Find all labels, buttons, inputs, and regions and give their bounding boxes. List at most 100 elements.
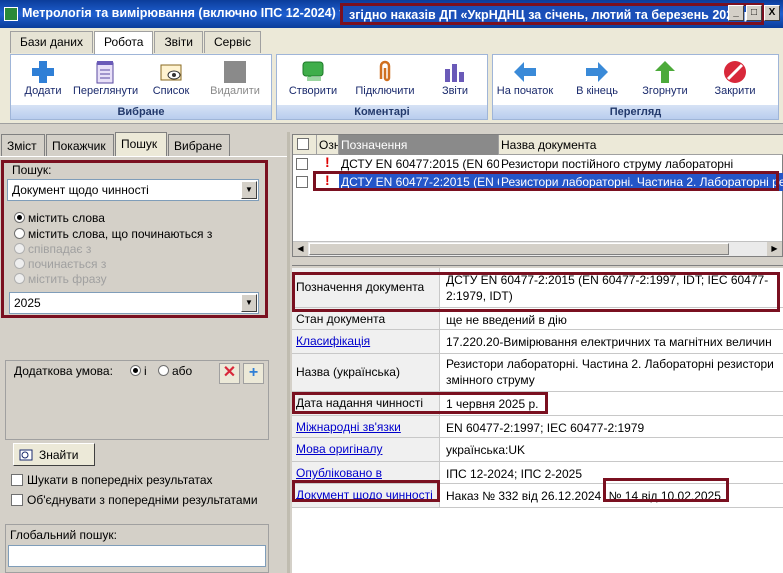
attach-comment-button[interactable]: Підключити [353, 59, 417, 105]
option-words-starting[interactable]: містить слова, що починаються з [14, 227, 212, 241]
group-label-view: Перегляд [493, 105, 778, 119]
column-name[interactable]: Назва документа [499, 135, 783, 155]
logic-and-radio[interactable]: і [130, 364, 147, 378]
find-button[interactable]: Знайти [13, 443, 95, 466]
app-icon [4, 7, 18, 21]
prop-row-international: Міжнародні зв'язки EN 60477-2:1997; IEC … [292, 416, 783, 438]
logic-or-radio[interactable]: або [158, 364, 192, 378]
collapse-button[interactable]: Згорнути [633, 59, 697, 105]
table-row-selected[interactable]: ! ДСТУ EN 60477-2:2015 (EN 60477-2:1997,… [293, 172, 783, 191]
search-previous-checkbox[interactable]: Шукати в попередніх результатах [11, 473, 213, 487]
bar-chart-icon [445, 64, 464, 82]
value-combo[interactable]: 2025 ▼ [9, 292, 259, 314]
tab-service[interactable]: Сервіс [203, 31, 261, 53]
left-panel-tabs: Зміст Покажчик Пошук Вибране [0, 132, 290, 157]
column-sign[interactable]: Ознака [317, 135, 339, 155]
create-comment-button[interactable]: Створити [281, 59, 345, 105]
prop-row-classification: Класифікація 17.220.20-Вимірювання елект… [292, 330, 783, 354]
tab-reports[interactable]: Звіти [154, 31, 203, 53]
option-matches[interactable]: співпадає з [14, 242, 91, 256]
delete-favorite-button[interactable]: Видалити [203, 59, 267, 105]
ribbon: Бази даних Робота Звіти Сервіс Додати Пе… [0, 28, 783, 124]
tab-work[interactable]: Робота [93, 31, 154, 55]
maximize-button[interactable]: □ [746, 5, 762, 21]
table-row[interactable]: ! ДСТУ EN 60477:2015 (EN 60477:1997, IDT… [293, 154, 783, 173]
option-starts-with[interactable]: починається з [14, 257, 106, 271]
search-field-combo[interactable]: Документ щодо чинності ▼ [7, 179, 259, 201]
close-window-button[interactable]: X [764, 5, 780, 21]
notepad-icon [96, 61, 114, 84]
go-end-button[interactable]: В кінець [565, 59, 629, 105]
add-button[interactable]: Додати [11, 59, 75, 105]
group-view: На початок В кінець Згорнути Закрити Пер… [492, 54, 779, 120]
column-code[interactable]: Позначення [339, 135, 499, 155]
classification-link[interactable]: Класифікація [296, 334, 370, 348]
binoculars-icon [19, 449, 33, 461]
prop-row-effective-date: Дата надання чинності 1 червня 2025 р. [292, 392, 783, 416]
scroll-left-icon[interactable]: ◀ [293, 242, 308, 256]
title-bar: Метрологія та вимірювання (включно ІПС 1… [0, 0, 783, 28]
go-start-button[interactable]: На початок [493, 59, 557, 105]
grid-header: Ознака Позначення Назва документа [293, 135, 783, 155]
original-language-link[interactable]: Мова оригіналу [296, 442, 382, 456]
scroll-right-icon[interactable]: ▶ [767, 242, 782, 256]
delete-icon [224, 61, 246, 83]
remove-condition-button[interactable]: ✕ [219, 363, 240, 384]
arrow-up-icon [655, 61, 675, 83]
prop-row-status: Стан документа ще не введений в дію [292, 308, 783, 330]
published-in-link[interactable]: Опубліковано в [296, 466, 382, 480]
arrow-left-icon [514, 62, 536, 82]
search-label: Пошук: [12, 163, 52, 177]
global-search-input[interactable] [8, 545, 266, 567]
exclamation-icon: ! [325, 172, 330, 188]
row-checkbox[interactable] [296, 176, 308, 188]
cross-icon: ✕ [222, 364, 237, 381]
chevron-down-icon[interactable]: ▼ [241, 181, 257, 199]
tab-favorites[interactable]: Вибране [168, 134, 230, 156]
window-title-highlight: згідно наказів ДП «УкрНДНЦ за січень, лю… [340, 3, 764, 25]
list-button[interactable]: Список [139, 59, 203, 105]
plus-icon [32, 61, 54, 83]
header-select-all[interactable] [293, 135, 317, 155]
chevron-down-icon[interactable]: ▼ [241, 294, 257, 312]
international-links-link[interactable]: Міжнародні зв'язки [296, 420, 401, 434]
tab-contents[interactable]: Зміст [1, 134, 45, 156]
prop-row-language: Мова оригіналу українська:UK [292, 438, 783, 462]
prop-row-title-uk: Назва (українська) Резистори лабораторні… [292, 354, 783, 392]
add-condition-button[interactable]: + [243, 363, 264, 384]
tab-search[interactable]: Пошук [115, 132, 167, 157]
group-label-favorites: Вибране [11, 105, 271, 119]
option-contains-phrase[interactable]: містить фразу [14, 272, 107, 286]
tab-databases[interactable]: Бази даних [10, 31, 93, 53]
merge-previous-checkbox[interactable]: Об'єднувати з попередніми результатами [11, 493, 258, 507]
global-search-label: Глобальний пошук: [10, 528, 117, 542]
prop-row-published: Опубліковано в ІПС 12-2024; ІПС 2-2025 [292, 462, 783, 484]
tab-index[interactable]: Покажчик [46, 134, 114, 156]
row-checkbox[interactable] [296, 158, 308, 170]
close-doc-button[interactable]: Закрити [703, 59, 767, 105]
results-grid: Ознака Позначення Назва документа ! ДСТУ… [292, 134, 783, 257]
plus-icon: + [248, 364, 259, 381]
group-comments: Створити Підключити Звіти Коментарі [276, 54, 488, 120]
window-controls: _ □ X [728, 5, 780, 21]
group-label-comments: Коментарі [277, 105, 487, 119]
arrow-right-icon [586, 62, 608, 82]
panel-splitter[interactable] [287, 132, 290, 573]
document-properties: Позначення документа ДСТУ EN 60477-2:201… [292, 268, 783, 573]
extra-condition-label: Додаткова умова: [14, 364, 113, 378]
horizontal-scrollbar[interactable]: ◀ ▶ [293, 241, 782, 256]
no-entry-icon [724, 61, 746, 83]
prop-row-designation: Позначення документа ДСТУ EN 60477-2:201… [292, 268, 783, 308]
group-favorites: Додати Переглянути Список Видалити Вибра… [10, 54, 272, 120]
view-button[interactable]: Переглянути [73, 59, 138, 105]
comment-icon [302, 61, 324, 81]
validity-document-link[interactable]: Документ щодо чинності [296, 488, 433, 502]
list-eye-icon [160, 64, 182, 81]
horizontal-splitter[interactable] [292, 259, 783, 266]
minimize-button[interactable]: _ [728, 5, 744, 21]
ribbon-tabs: Бази даних Робота Звіти Сервіс [10, 31, 262, 55]
option-contains-words[interactable]: містить слова [14, 211, 105, 225]
window-title: Метрологія та вимірювання (включно ІПС 1… [22, 6, 353, 20]
prop-row-validity-doc: Документ щодо чинності Наказ № 332 від 2… [292, 484, 783, 508]
comment-reports-button[interactable]: Звіти [423, 59, 487, 105]
